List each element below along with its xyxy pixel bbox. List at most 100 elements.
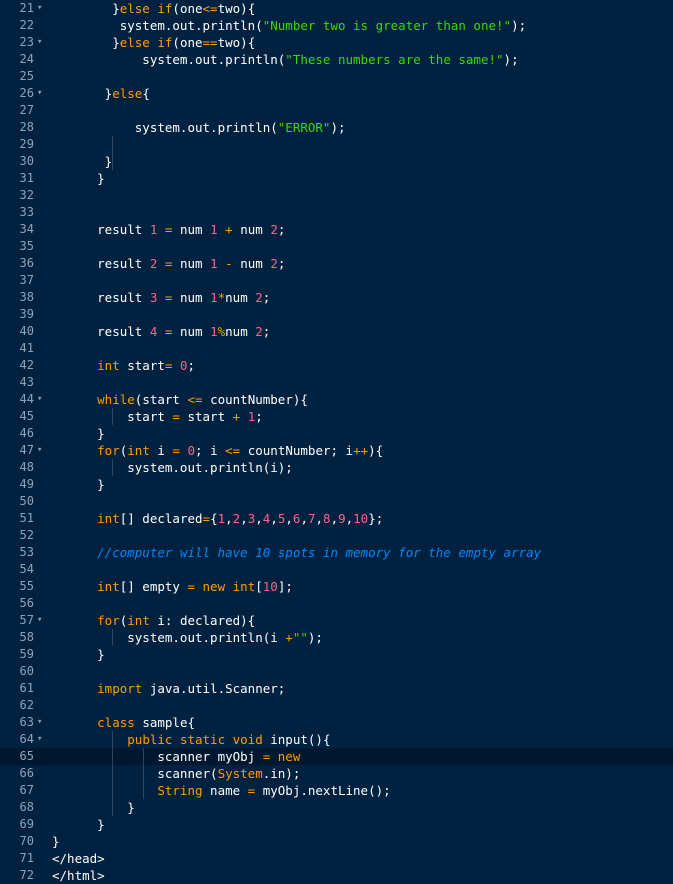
code-token: 1 bbox=[210, 290, 218, 305]
code-line[interactable]: 50 bbox=[0, 493, 673, 510]
code-line[interactable]: 47 ▾ for(int i = 0; i <= countNumber; i++… bbox=[0, 442, 673, 459]
code-token: } bbox=[52, 800, 135, 815]
line-gutter: 34 bbox=[0, 221, 48, 238]
code-line[interactable]: 49 } bbox=[0, 476, 673, 493]
code-line[interactable]: 60 bbox=[0, 663, 673, 680]
code-line[interactable]: 35 bbox=[0, 238, 673, 255]
code-line[interactable]: 21 ▾ }else if(one<=two){ bbox=[0, 0, 673, 17]
code-token: result bbox=[52, 324, 150, 339]
code-line[interactable]: 65 scanner myObj = new bbox=[0, 748, 673, 765]
line-number: 69 bbox=[19, 817, 34, 831]
code-token: i: declared){ bbox=[149, 613, 256, 628]
code-line[interactable]: 38 result 3 = num 1*num 2; bbox=[0, 289, 673, 306]
code-token: , bbox=[285, 511, 293, 526]
fold-chevron-icon[interactable]: ▾ bbox=[37, 391, 42, 408]
fold-chevron-icon[interactable]: ▾ bbox=[37, 612, 42, 629]
code-line[interactable]: 30 } bbox=[0, 153, 673, 170]
code-line[interactable]: 24 system.out.println("These numbers are… bbox=[0, 51, 673, 68]
code-line[interactable]: 56 bbox=[0, 595, 673, 612]
code-line[interactable]: 58 system.out.println(i +""); bbox=[0, 629, 673, 646]
code-token: result bbox=[52, 290, 150, 305]
line-number: 26 bbox=[19, 86, 34, 100]
code-token: } bbox=[52, 426, 105, 441]
code-line[interactable]: 31 } bbox=[0, 170, 673, 187]
code-line[interactable]: 54 bbox=[0, 561, 673, 578]
code-token: ); bbox=[307, 630, 323, 645]
code-token: = bbox=[172, 443, 180, 458]
fold-chevron-icon[interactable]: ▾ bbox=[37, 0, 42, 17]
line-number: 57 bbox=[19, 613, 34, 627]
code-token: .in); bbox=[262, 766, 301, 781]
code-line[interactable]: 64 ▾ public static void input(){ bbox=[0, 731, 673, 748]
code-line[interactable]: 28 system.out.println("ERROR"); bbox=[0, 119, 673, 136]
fold-chevron-icon[interactable]: ▾ bbox=[37, 442, 42, 459]
line-number: 59 bbox=[19, 647, 34, 661]
code-line[interactable]: 62 bbox=[0, 697, 673, 714]
line-number: 46 bbox=[19, 426, 34, 440]
code-line[interactable]: 63 ▾ class sample{ bbox=[0, 714, 673, 731]
code-line[interactable]: 26 ▾ }else{ bbox=[0, 85, 673, 102]
code-text: result 2 = num 1 - num 2; bbox=[52, 255, 285, 272]
line-gutter: 23 ▾ bbox=[0, 34, 48, 51]
code-line[interactable]: 33 bbox=[0, 204, 673, 221]
code-line[interactable]: 23 ▾ }else if(one==two){ bbox=[0, 34, 673, 51]
code-line[interactable]: 25 bbox=[0, 68, 673, 85]
code-line[interactable]: 29 bbox=[0, 136, 673, 153]
line-number: 53 bbox=[19, 545, 34, 559]
code-line[interactable]: 53 //computer will have 10 spots in memo… bbox=[0, 544, 673, 561]
fold-chevron-icon[interactable]: ▾ bbox=[37, 731, 42, 748]
code-line[interactable]: 61 import java.util.Scanner; bbox=[0, 680, 673, 697]
line-gutter: 60 bbox=[0, 663, 48, 680]
code-line[interactable]: 72 </html> bbox=[0, 867, 673, 884]
code-token: } bbox=[52, 35, 120, 50]
fold-chevron-icon[interactable]: ▾ bbox=[37, 34, 42, 51]
code-line[interactable]: 34 result 1 = num 1 + num 2; bbox=[0, 221, 673, 238]
code-line[interactable]: 44 ▾ while(start <= countNumber){ bbox=[0, 391, 673, 408]
code-text: } bbox=[52, 833, 60, 850]
code-token: (one bbox=[172, 1, 203, 16]
code-line[interactable]: 59 } bbox=[0, 646, 673, 663]
code-editor[interactable]: 21 ▾ }else if(one<=two){22 system.out.pri… bbox=[0, 0, 673, 884]
line-number: 51 bbox=[19, 511, 34, 525]
code-line[interactable]: 45 start = start + 1; bbox=[0, 408, 673, 425]
code-line[interactable]: 42 int start= 0; bbox=[0, 357, 673, 374]
code-line[interactable]: 41 bbox=[0, 340, 673, 357]
code-token: public static void bbox=[127, 732, 263, 747]
code-line[interactable]: 67 String name = myObj.nextLine(); bbox=[0, 782, 673, 799]
code-text: } bbox=[52, 476, 105, 493]
code-line[interactable]: 40 result 4 = num 1%num 2; bbox=[0, 323, 673, 340]
code-line[interactable]: 36 result 2 = num 1 - num 2; bbox=[0, 255, 673, 272]
code-line[interactable]: 37 bbox=[0, 272, 673, 289]
code-token: + bbox=[225, 222, 233, 237]
code-token: start bbox=[179, 409, 233, 424]
code-line[interactable]: 69 } bbox=[0, 816, 673, 833]
code-token: 1 bbox=[217, 511, 226, 526]
code-line[interactable]: 22 system.out.println("Number two is gre… bbox=[0, 17, 673, 34]
fold-chevron-icon[interactable]: ▾ bbox=[37, 85, 42, 102]
code-line[interactable]: 48 system.out.println(i); bbox=[0, 459, 673, 476]
code-line[interactable]: 32 bbox=[0, 187, 673, 204]
line-gutter: 22 bbox=[0, 17, 48, 34]
code-line[interactable]: 71 </head> bbox=[0, 850, 673, 867]
code-line[interactable]: 51 int[] declared={1,2,3,4,5,6,7,8,9,10}… bbox=[0, 510, 673, 527]
code-line[interactable]: 68 } bbox=[0, 799, 673, 816]
code-line[interactable]: 57 ▾ for(int i: declared){ bbox=[0, 612, 673, 629]
code-line[interactable]: 39 bbox=[0, 306, 673, 323]
code-token: 0 bbox=[187, 443, 196, 458]
code-line[interactable]: 70} bbox=[0, 833, 673, 850]
line-number: 61 bbox=[19, 681, 34, 695]
code-line[interactable]: 55 int[] empty = new int[10]; bbox=[0, 578, 673, 595]
code-line[interactable]: 52 bbox=[0, 527, 673, 544]
fold-chevron-icon[interactable]: ▾ bbox=[37, 714, 42, 731]
code-line[interactable]: 66 scanner(System.in); bbox=[0, 765, 673, 782]
code-lines[interactable]: 21 ▾ }else if(one<=two){22 system.out.pri… bbox=[0, 0, 673, 884]
line-gutter: 58 bbox=[0, 629, 48, 646]
code-line[interactable]: 43 bbox=[0, 374, 673, 391]
code-line[interactable]: 46 } bbox=[0, 425, 673, 442]
line-gutter: 63 ▾ bbox=[0, 714, 48, 731]
code-line[interactable]: 27 bbox=[0, 102, 673, 119]
